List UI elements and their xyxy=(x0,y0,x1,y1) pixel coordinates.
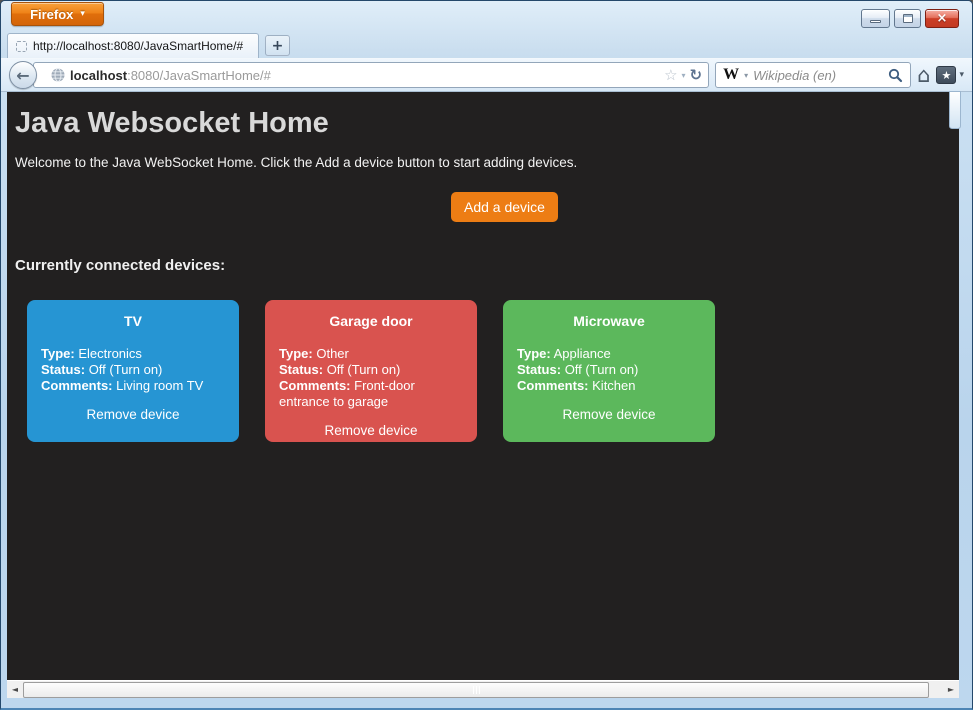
horizontal-scrollbar-track[interactable] xyxy=(23,681,943,699)
device-comments-line: Comments: Front-door entrance to garage xyxy=(279,378,463,410)
page-title: Java Websocket Home xyxy=(15,107,329,139)
search-engine-dropdown-icon[interactable]: ▾ xyxy=(744,71,748,80)
vertical-scrollbar-thumb[interactable] xyxy=(949,91,961,129)
browser-chrome: Firefox ▾ × http://localhost:8080/JavaSm… xyxy=(1,1,972,92)
type-label: Type: xyxy=(279,346,313,361)
scrollbar-grip-icon xyxy=(478,685,480,694)
horizontal-scrollbar-thumb[interactable] xyxy=(23,681,929,698)
device-type-line: Type: Other xyxy=(279,346,463,362)
device-status-toggle[interactable]: Off (Turn on) xyxy=(327,362,401,377)
device-comments-value: Living room TV xyxy=(116,378,204,393)
favicon-placeholder-icon xyxy=(16,40,27,52)
url-dropdown-icon[interactable]: ▾ xyxy=(682,71,686,80)
comments-label: Comments: xyxy=(517,378,589,393)
search-icon[interactable] xyxy=(888,68,903,83)
device-type-value: Other xyxy=(316,346,349,361)
search-box[interactable]: W ▾ Wikipedia (en) xyxy=(715,62,912,88)
type-label: Type: xyxy=(41,346,75,361)
bookmarks-star-icon: ★ xyxy=(936,66,957,84)
device-comments-line: Comments: Kitchen xyxy=(517,378,701,394)
status-label: Status: xyxy=(517,362,562,377)
firefox-menu-button[interactable]: Firefox ▾ xyxy=(11,2,104,26)
minimize-button[interactable] xyxy=(861,9,890,28)
device-status-toggle[interactable]: Off (Turn on) xyxy=(89,362,163,377)
status-label: Status: xyxy=(41,362,86,377)
device-name: TV xyxy=(124,313,142,329)
bookmarks-menu-button[interactable]: ★ ▾ xyxy=(936,66,964,84)
minimize-icon xyxy=(870,20,881,23)
url-text: localhost:8080/JavaSmartHome/# xyxy=(70,68,271,83)
device-status-line: Status: Off (Turn on) xyxy=(41,362,225,378)
remove-device-link[interactable]: Remove device xyxy=(517,407,701,422)
restore-button[interactable] xyxy=(894,9,921,28)
remove-device-link[interactable]: Remove device xyxy=(279,423,463,438)
type-label: Type: xyxy=(517,346,551,361)
close-icon: × xyxy=(936,11,948,26)
restore-icon xyxy=(902,14,913,23)
device-name: Garage door xyxy=(329,313,413,329)
firefox-menu-label: Firefox xyxy=(30,6,74,22)
page-content: Java Websocket Home Welcome to the Java … xyxy=(7,92,959,680)
tab-bar: http://localhost:8080/JavaSmartHome/# + xyxy=(1,33,972,58)
device-comments-line: Comments: Living room TV xyxy=(41,378,225,394)
chevron-down-icon: ▾ xyxy=(80,9,85,19)
new-tab-button[interactable]: + xyxy=(265,35,290,56)
scrollbar-grip-icon xyxy=(475,685,477,694)
navigation-toolbar: ← localhost:8080/JavaSmartHome/# ☆ ▾ ↻ W… xyxy=(1,58,972,92)
scroll-left-icon[interactable]: ◄ xyxy=(7,685,23,694)
device-card-garage-door: Garage door Type: Other Status: Off (Tur… xyxy=(265,300,477,442)
close-button[interactable]: × xyxy=(925,9,959,28)
globe-icon xyxy=(51,68,65,82)
device-card-tv: TV Type: Electronics Status: Off (Turn o… xyxy=(27,300,239,442)
tab-javasmarthome[interactable]: http://localhost:8080/JavaSmartHome/# xyxy=(7,33,259,58)
url-host: localhost xyxy=(70,67,128,83)
device-comments-value: Kitchen xyxy=(592,378,636,393)
scrollbar-grip-icon xyxy=(472,685,474,694)
device-cards: TV Type: Electronics Status: Off (Turn o… xyxy=(27,300,959,442)
device-type-line: Type: Appliance xyxy=(517,346,701,362)
reload-icon[interactable]: ↻ xyxy=(690,66,703,84)
remove-device-link[interactable]: Remove device xyxy=(41,407,225,422)
url-path: :8080/JavaSmartHome/# xyxy=(127,67,271,83)
add-device-button[interactable]: Add a device xyxy=(451,192,558,222)
url-bar[interactable]: localhost:8080/JavaSmartHome/# ☆ ▾ ↻ xyxy=(33,62,710,88)
device-status-line: Status: Off (Turn on) xyxy=(517,362,701,378)
window-controls: × xyxy=(861,9,959,28)
device-status-line: Status: Off (Turn on) xyxy=(279,362,463,378)
device-card-microwave: Microwave Type: Appliance Status: Off (T… xyxy=(503,300,715,442)
device-type-line: Type: Electronics xyxy=(41,346,225,362)
comments-label: Comments: xyxy=(279,378,351,393)
welcome-text: Welcome to the Java WebSocket Home. Clic… xyxy=(15,155,578,170)
device-type-value: Electronics xyxy=(78,346,142,361)
device-type-value: Appliance xyxy=(553,346,611,361)
tab-title: http://localhost:8080/JavaSmartHome/# xyxy=(33,39,244,53)
status-label: Status: xyxy=(279,362,324,377)
browser-window: Firefox ▾ × http://localhost:8080/JavaSm… xyxy=(0,0,973,710)
home-button[interactable]: ⌂ xyxy=(917,64,930,86)
add-device-row: Add a device xyxy=(7,192,959,222)
search-engine-logo[interactable]: W xyxy=(723,66,739,84)
comments-label: Comments: xyxy=(41,378,113,393)
search-input[interactable]: Wikipedia (en) xyxy=(753,68,883,83)
back-button[interactable]: ← xyxy=(9,61,37,89)
scroll-right-icon[interactable]: ► xyxy=(943,685,959,694)
devices-heading: Currently connected devices: xyxy=(15,257,226,274)
bookmark-star-outline-icon[interactable]: ☆ xyxy=(664,66,677,84)
bookmarks-dropdown-icon: ▾ xyxy=(959,70,964,80)
device-name: Microwave xyxy=(573,313,645,329)
device-status-toggle[interactable]: Off (Turn on) xyxy=(565,362,639,377)
horizontal-scrollbar[interactable]: ◄ ► xyxy=(7,680,959,698)
